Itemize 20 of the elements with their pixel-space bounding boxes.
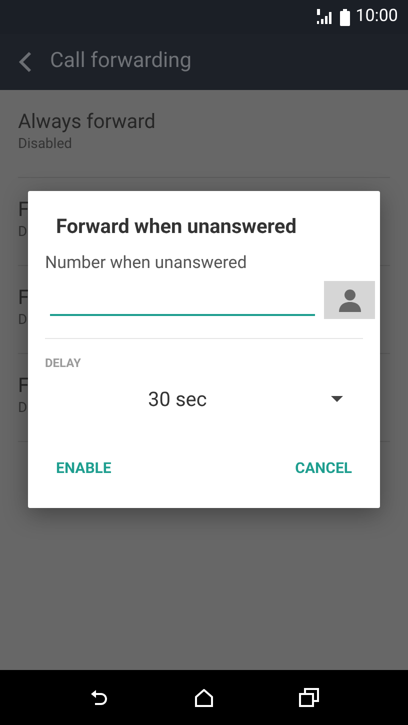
dialog-button[interactable]: ENABLE (55, 451, 112, 486)
dropdown-caret-icon (331, 396, 343, 402)
battery-icon (340, 8, 350, 26)
delay-label: DELAY (45, 355, 81, 371)
person-icon (338, 288, 362, 312)
home-icon[interactable] (195, 688, 213, 706)
field-label: Number when unanswered (45, 252, 247, 274)
signal-icon (316, 9, 334, 25)
dialog-title: Forward when unanswered (56, 213, 296, 239)
contact-picker-button[interactable] (324, 281, 375, 319)
back-icon[interactable] (89, 688, 109, 708)
setting-title: F (18, 284, 30, 310)
dialog-button[interactable]: CANCEL (294, 451, 353, 486)
setting-title: F (18, 372, 30, 398)
delay-dropdown[interactable]: 30 sec (45, 379, 363, 419)
clock: 10:00 (356, 5, 398, 28)
screen-title: Call forwarding (50, 48, 192, 76)
setting-title: Always forward (18, 108, 156, 134)
setting-title: F (18, 196, 30, 222)
recent-apps-icon[interactable] (299, 688, 319, 707)
